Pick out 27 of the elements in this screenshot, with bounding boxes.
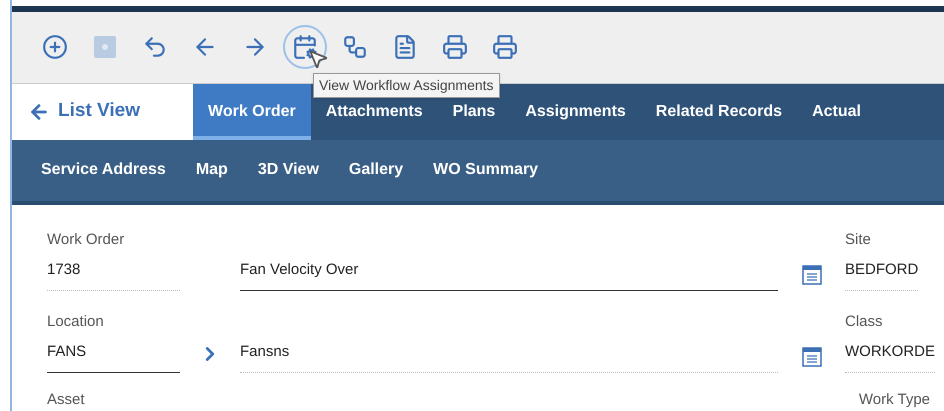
field-label: Site	[845, 230, 872, 250]
field-label: Class	[845, 312, 884, 332]
list-view-link[interactable]: List View	[12, 84, 193, 140]
field-value: WORKORDE	[845, 341, 935, 372]
field-value[interactable]: FANS	[47, 341, 180, 372]
description-field: Fansns	[240, 341, 778, 372]
add-icon[interactable]	[42, 34, 68, 60]
tab[interactable]: Work Order	[193, 84, 311, 140]
subtab[interactable]: 3D View	[258, 158, 319, 182]
printer-icon[interactable]	[442, 34, 468, 60]
field-label: Work Type	[858, 390, 930, 410]
workflow-icon[interactable]	[342, 34, 368, 60]
subtab[interactable]: WO Summary	[433, 158, 538, 182]
detail-icon[interactable]	[802, 264, 822, 284]
subtab[interactable]: Service Address	[41, 158, 166, 182]
subtab[interactable]: Gallery	[348, 158, 404, 182]
field-value: BEDFORD	[845, 259, 918, 290]
cursor-icon	[307, 48, 329, 70]
description-field[interactable]: Fan Velocity Over	[240, 259, 778, 290]
field-value: 1738	[47, 259, 180, 290]
printer-icon[interactable]	[492, 34, 518, 60]
field-label: Asset	[47, 390, 85, 410]
detail-icon[interactable]	[802, 346, 822, 366]
field-label: Work Order	[47, 230, 126, 250]
field-label: Location	[47, 312, 105, 332]
subtab[interactable]: Map	[196, 158, 228, 182]
tooltip: View Workflow Assignments	[313, 73, 500, 98]
